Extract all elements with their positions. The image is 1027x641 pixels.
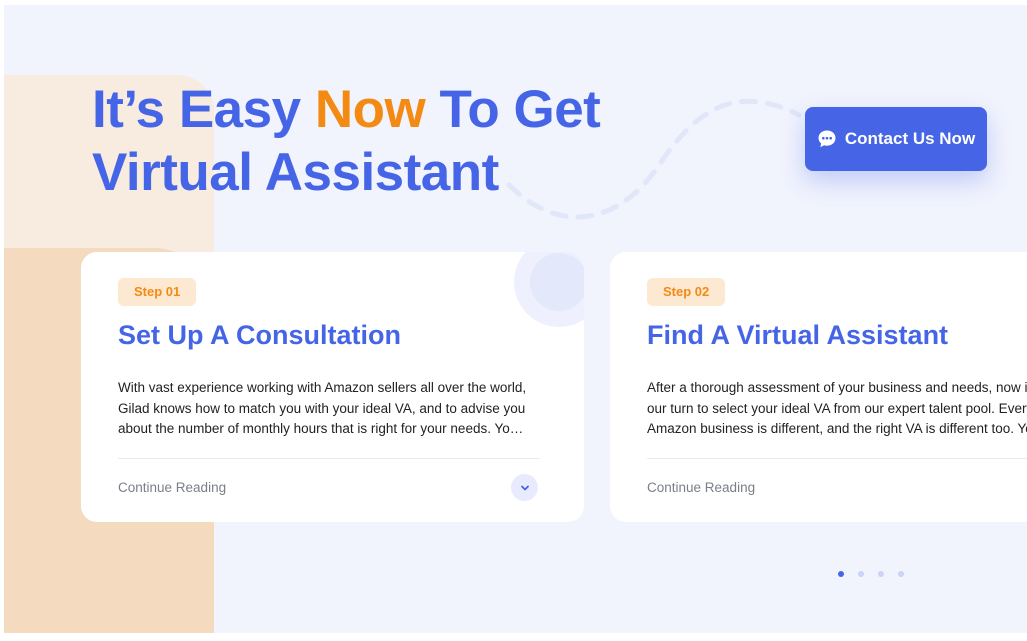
step-card: Step 01 Set Up A Consultation With vast … <box>81 252 584 522</box>
card-divider <box>118 458 540 459</box>
step-title: Find A Virtual Assistant <box>647 320 949 350</box>
pagination-dot[interactable] <box>838 571 844 577</box>
chevron-down-icon <box>520 485 529 490</box>
description-line: After a thorough assessment of your busi… <box>647 380 1027 395</box>
card-decoration-circle <box>514 252 584 327</box>
description-line: With vast experience working with Amazon… <box>118 380 527 395</box>
continue-reading-link[interactable]: Continue Reading <box>647 480 755 495</box>
step-card: Step 02 Find A Virtual Assistant After a… <box>610 252 1027 522</box>
how-it-works-section: It’s Easy Now To Get Virtual Assistant C… <box>4 5 1027 633</box>
pagination-dot[interactable] <box>878 571 884 577</box>
expand-button[interactable] <box>511 474 538 501</box>
step-description: After a thorough assessment of your busi… <box>647 378 1027 440</box>
headline-accent: Now <box>314 80 426 139</box>
headline-part1: It’s Easy <box>92 80 315 139</box>
step-badge: Step 01 <box>118 278 197 306</box>
description-line: our turn to select your ideal VA from ou… <box>647 400 1027 416</box>
pagination-dot[interactable] <box>858 571 864 577</box>
step-description: With vast experience working with Amazon… <box>118 378 528 440</box>
headline-part2: To Get <box>425 80 601 139</box>
description-line: Amazon business is different, and the ri… <box>647 421 1027 436</box>
description-line: Gilad knows how to match you with your i… <box>118 400 526 416</box>
step-title: Set Up A Consultation <box>118 320 401 350</box>
contact-us-button[interactable]: Contact Us Now <box>805 107 987 171</box>
chat-bubble-icon <box>818 130 836 148</box>
description-line: about the number of monthly hours that i… <box>118 421 528 436</box>
carousel-pagination <box>838 571 904 577</box>
hero-headline: It’s Easy Now To Get Virtual Assistant <box>92 78 601 204</box>
step-badge: Step 02 <box>647 278 726 306</box>
contact-button-label: Contact Us Now <box>844 129 976 148</box>
headline-line2: Virtual Assistant <box>92 143 499 202</box>
card-divider <box>647 458 1027 459</box>
pagination-dot[interactable] <box>898 571 904 577</box>
continue-reading-link[interactable]: Continue Reading <box>118 480 226 495</box>
